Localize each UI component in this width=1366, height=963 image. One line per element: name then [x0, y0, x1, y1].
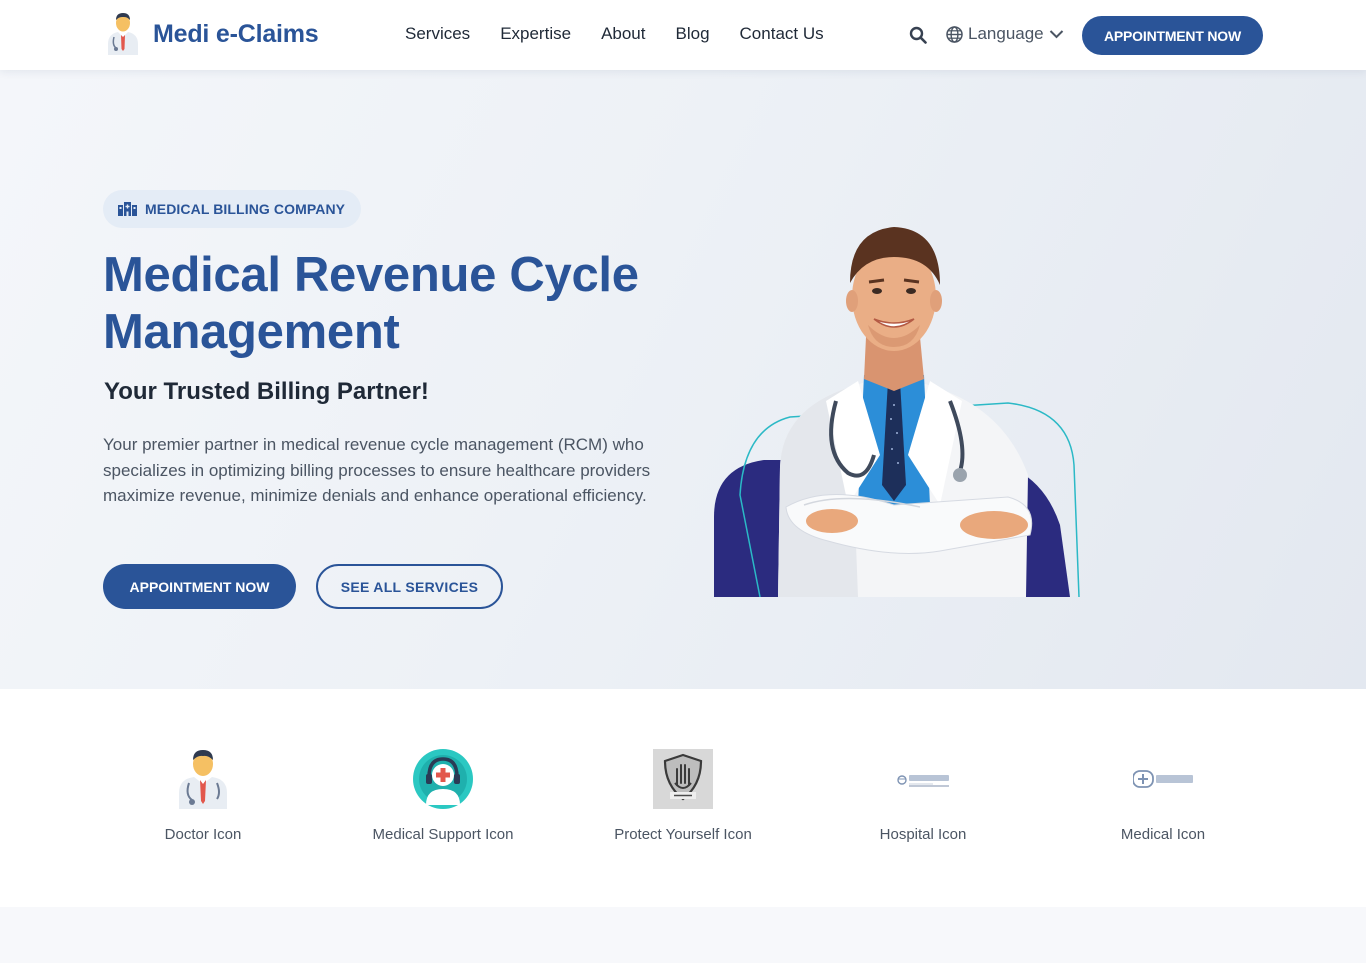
hospital-icon-card: Hospital Icon: [803, 749, 1043, 843]
see-all-services-button[interactable]: SEE ALL SERVICES: [316, 564, 503, 609]
search-icon[interactable]: [909, 26, 927, 44]
next-section-edge: [0, 907, 1366, 963]
hospital-icon-label: Hospital Icon: [879, 826, 967, 843]
nav-expertise[interactable]: Expertise: [500, 24, 571, 44]
hero-description: Your premier partner in medical revenue …: [103, 435, 651, 506]
medical-support-icon-label: Medical Support Icon: [372, 826, 514, 843]
protect-yourself-icon: [653, 749, 713, 809]
hospital-icon: [897, 775, 949, 787]
doctor-icon-card: Doctor Icon: [83, 749, 323, 843]
globe-icon: [946, 25, 963, 43]
protect-yourself-icon-card: Protect Yourself Icon: [563, 749, 803, 843]
header-appointment-button[interactable]: APPOINTMENT NOW: [1082, 16, 1263, 55]
doctor-hero-image: [714, 227, 1080, 597]
site-header: Medi e-Claims Services Expertise About B…: [0, 0, 1366, 70]
hero-title: Medical Revenue Cycle Management: [103, 248, 639, 359]
category-badge: MEDICAL BILLING COMPANY: [103, 190, 362, 228]
protect-yourself-icon-label: Protect Yourself Icon: [614, 826, 752, 843]
hero-subtitle: Your Trusted Billing Partner!: [104, 378, 429, 405]
doctor-logo-icon: [108, 13, 138, 55]
medical-icon: [1133, 770, 1193, 788]
badge-label: MEDICAL BILLING COMPANY: [145, 201, 346, 217]
hero-section: MEDICAL BILLING COMPANY Medical Revenue …: [0, 70, 1366, 689]
medical-icon-card: Medical Icon: [1043, 749, 1283, 843]
nav-contact-us[interactable]: Contact Us: [740, 24, 824, 44]
medical-icon-label: Medical Icon: [1120, 826, 1206, 843]
brand-name: Medi e-Claims: [153, 19, 319, 48]
medical-support-icon-card: Medical Support Icon: [323, 749, 563, 843]
language-selector[interactable]: Language: [946, 24, 1064, 44]
brand-logo[interactable]: Medi e-Claims: [105, 13, 319, 55]
hospital-building-icon: [118, 202, 137, 216]
language-label: Language: [968, 24, 1044, 43]
appointment-now-button[interactable]: APPOINTMENT NOW: [103, 564, 296, 609]
nav-services[interactable]: Services: [405, 24, 470, 44]
doctor-icon: [179, 750, 227, 809]
main-nav: Services Expertise About Blog Contact Us: [405, 24, 824, 44]
nav-blog[interactable]: Blog: [676, 24, 710, 44]
partner-icons-strip: Doctor Icon Medical Support Icon Protect…: [0, 689, 1366, 907]
chevron-down-icon: [1049, 30, 1063, 39]
medical-support-icon: [413, 749, 473, 809]
nav-about[interactable]: About: [601, 24, 645, 44]
doctor-icon-label: Doctor Icon: [164, 826, 242, 843]
